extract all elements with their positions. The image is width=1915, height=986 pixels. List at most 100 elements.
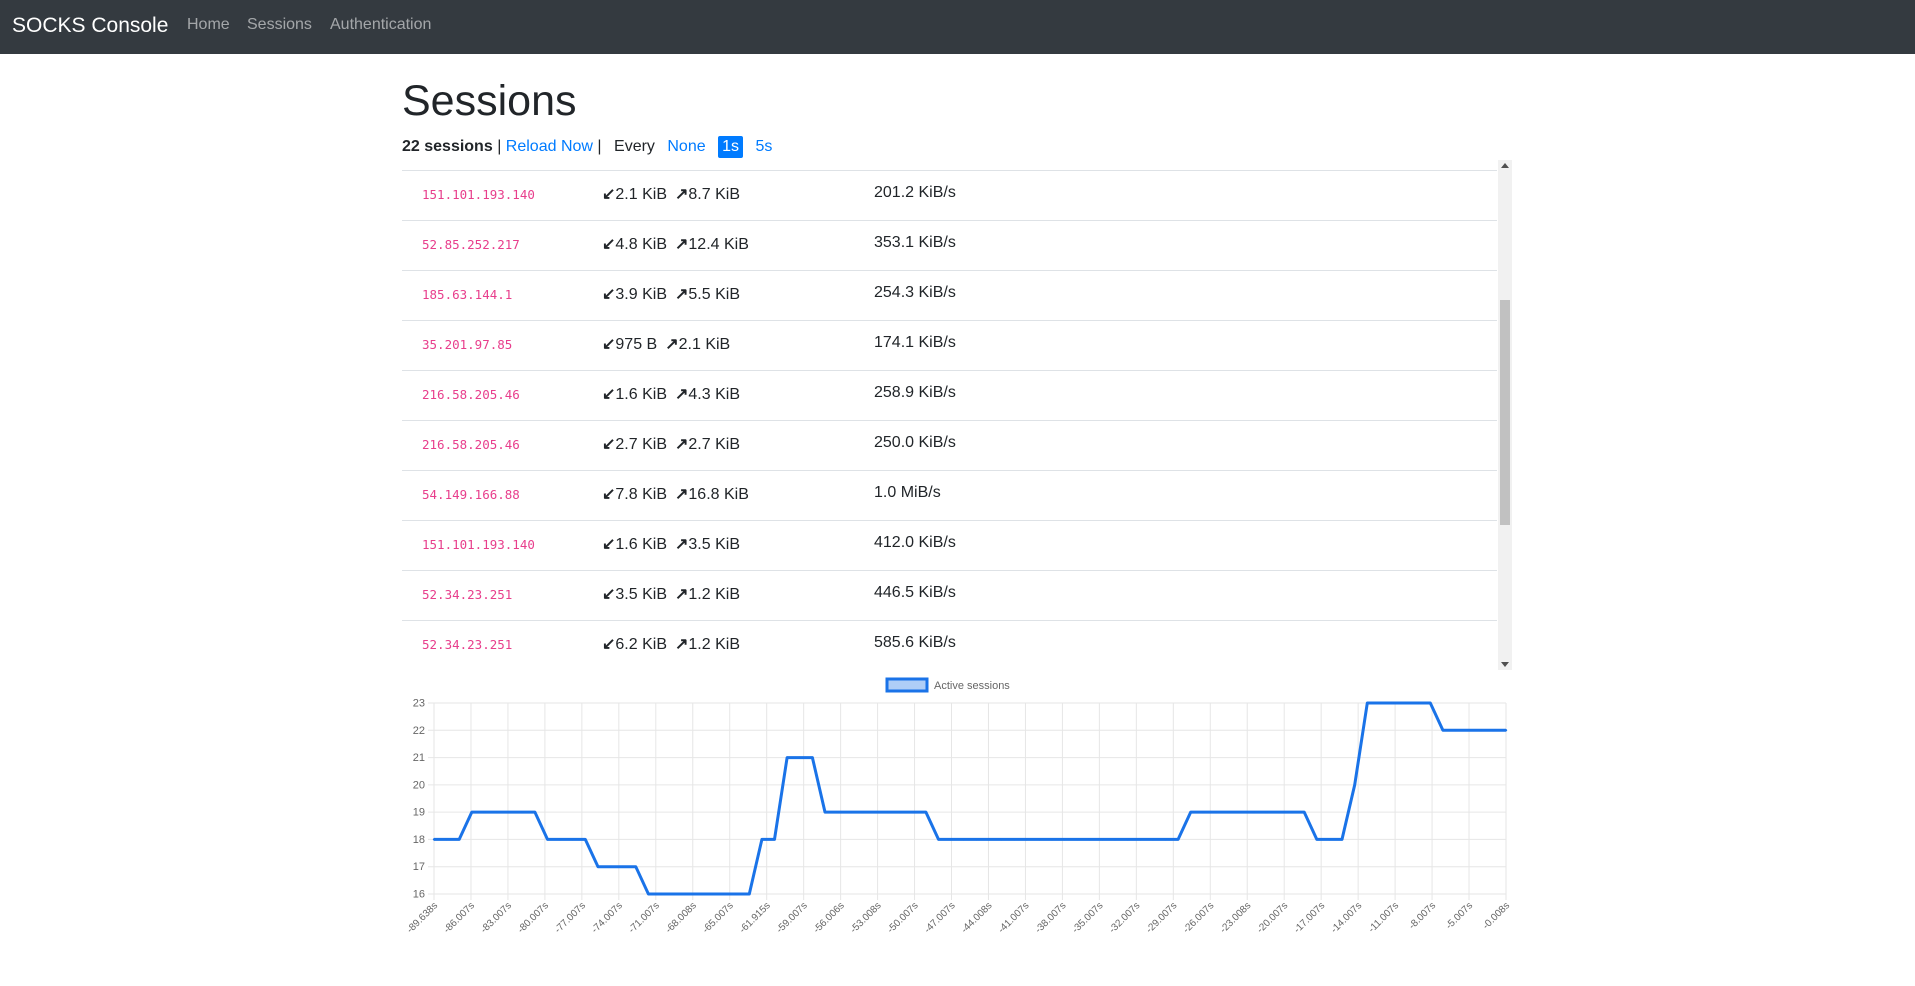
x-tick-label: -89.638s <box>405 900 440 935</box>
reload-now-link[interactable]: Reload Now <box>506 136 593 158</box>
arrow-up-right-icon: ↗ <box>675 186 689 203</box>
arrow-up-right-icon: ↗ <box>675 386 689 403</box>
arrow-down-left-icon: ↙ <box>602 636 616 653</box>
y-tick-label: 22 <box>413 725 425 737</box>
session-up: 2.1 KiB <box>678 336 731 353</box>
y-tick-label: 21 <box>413 752 425 764</box>
data-point <box>1189 810 1192 814</box>
data-point <box>1227 810 1230 814</box>
nav-sessions[interactable]: Sessions <box>247 16 312 34</box>
arrow-down-left-icon: ↙ <box>602 236 616 253</box>
data-point <box>1378 701 1382 705</box>
brand-link[interactable]: SOCKS Console <box>12 14 168 38</box>
data-point <box>874 810 877 814</box>
data-point <box>546 838 549 841</box>
data-point <box>1063 838 1066 841</box>
data-point <box>445 838 448 841</box>
data-point <box>1101 838 1104 841</box>
session-ip: 52.34.23.251 <box>422 637 513 652</box>
session-down: 2.1 KiB <box>615 186 667 203</box>
x-tick-label: -26.007s <box>1181 900 1216 935</box>
data-point <box>1315 838 1319 841</box>
data-point <box>1202 810 1205 814</box>
session-rate: 446.5 KiB/s <box>874 584 956 601</box>
session-ip: 52.34.23.251 <box>422 587 513 602</box>
data-point <box>1088 838 1092 841</box>
session-io: ↙4.8 KiB ↗12.4 KiB <box>602 234 749 254</box>
table-scrollbar[interactable] <box>1498 160 1512 670</box>
data-point <box>949 838 953 841</box>
interval-1s[interactable]: 1s <box>718 136 743 158</box>
interval-none[interactable]: None <box>667 136 705 158</box>
data-point <box>1076 838 1079 841</box>
session-io: ↙2.7 KiB ↗2.7 KiB <box>602 434 740 454</box>
every-label: Every <box>614 138 655 155</box>
session-rate: 254.3 KiB/s <box>874 284 956 301</box>
interval-5s[interactable]: 5s <box>755 136 772 158</box>
x-tick-label: -20.007s <box>1255 900 1290 935</box>
data-point <box>508 810 511 814</box>
data-point <box>458 838 461 841</box>
data-point <box>1391 701 1394 705</box>
scroll-down-arrow-icon[interactable] <box>1501 662 1509 667</box>
data-point <box>1139 838 1142 841</box>
x-tick-label: -32.007s <box>1107 900 1142 935</box>
data-point <box>823 810 827 814</box>
data-point <box>483 810 486 814</box>
scroll-up-arrow-icon[interactable] <box>1501 163 1509 168</box>
table-row: 185.63.144.1 ↙3.9 KiB ↗5.5 KiB 254.3 KiB/s <box>402 270 1497 320</box>
session-down: 4.8 KiB <box>615 236 667 253</box>
session-up: 4.3 KiB <box>688 386 740 403</box>
x-tick-label: -38.007s <box>1033 900 1068 935</box>
y-tick-label: 16 <box>413 889 425 901</box>
scrollbar-thumb[interactable] <box>1500 300 1510 525</box>
data-point <box>1429 701 1432 705</box>
arrow-up-right-icon: ↗ <box>665 336 679 353</box>
x-tick-label: -50.007s <box>885 900 920 935</box>
session-down: 2.7 KiB <box>615 436 667 453</box>
session-up: 16.8 KiB <box>688 486 749 503</box>
table-row: 151.101.193.140 ↙1.6 KiB ↗3.5 KiB 412.0 KiB… <box>402 520 1497 570</box>
session-down: 3.5 KiB <box>615 586 667 603</box>
session-up: 8.7 KiB <box>688 186 740 203</box>
data-point <box>1038 838 1041 841</box>
table-row: 54.149.166.88 ↙7.8 KiB ↗16.8 KiB 1.0 MiB/s <box>402 470 1497 520</box>
data-point <box>1441 729 1445 732</box>
sessions-table: 151.101.193.140 ↙2.1 KiB ↗8.7 KiB 201.2 KiB… <box>402 160 1512 670</box>
arrow-up-right-icon: ↗ <box>675 436 689 453</box>
session-up: 1.2 KiB <box>688 636 740 653</box>
data-point <box>1366 701 1369 705</box>
page-title: Sessions <box>402 77 577 125</box>
session-ip: 54.149.166.88 <box>422 487 520 502</box>
x-tick-label: -0.008s <box>1481 900 1512 931</box>
session-io: ↙6.2 KiB ↗1.2 KiB <box>602 634 740 654</box>
data-point <box>1454 729 1457 732</box>
data-point <box>470 810 474 814</box>
session-rate: 201.2 KiB/s <box>874 184 956 201</box>
data-point <box>1340 838 1344 841</box>
data-point <box>1176 838 1180 841</box>
session-ip: 151.101.193.140 <box>422 187 535 202</box>
x-tick-label: -56.006s <box>811 900 846 935</box>
data-point <box>1277 810 1281 814</box>
arrow-down-left-icon: ↙ <box>602 536 616 553</box>
x-tick-label: -5.007s <box>1444 900 1475 931</box>
x-tick-label: -8.007s <box>1407 900 1438 931</box>
x-tick-label: -53.008s <box>848 900 883 935</box>
session-down: 1.6 KiB <box>615 386 667 403</box>
arrow-down-left-icon: ↙ <box>602 486 616 503</box>
session-rate: 353.1 KiB/s <box>874 234 956 251</box>
data-point <box>697 892 701 896</box>
nav-authentication[interactable]: Authentication <box>330 16 431 34</box>
y-tick-label: 18 <box>413 834 425 846</box>
data-point <box>1303 810 1306 814</box>
arrow-up-right-icon: ↗ <box>675 586 689 603</box>
table-row: 52.85.252.217 ↙4.8 KiB ↗12.4 KiB 353.1 KiB/… <box>402 220 1497 270</box>
session-rate: 174.1 KiB/s <box>874 334 956 351</box>
nav-home[interactable]: Home <box>187 16 230 34</box>
data-point <box>521 810 524 814</box>
session-up: 5.5 KiB <box>688 286 740 303</box>
session-rate: 1.0 MiB/s <box>874 484 941 501</box>
separator: | <box>497 138 502 155</box>
data-point <box>975 838 978 841</box>
